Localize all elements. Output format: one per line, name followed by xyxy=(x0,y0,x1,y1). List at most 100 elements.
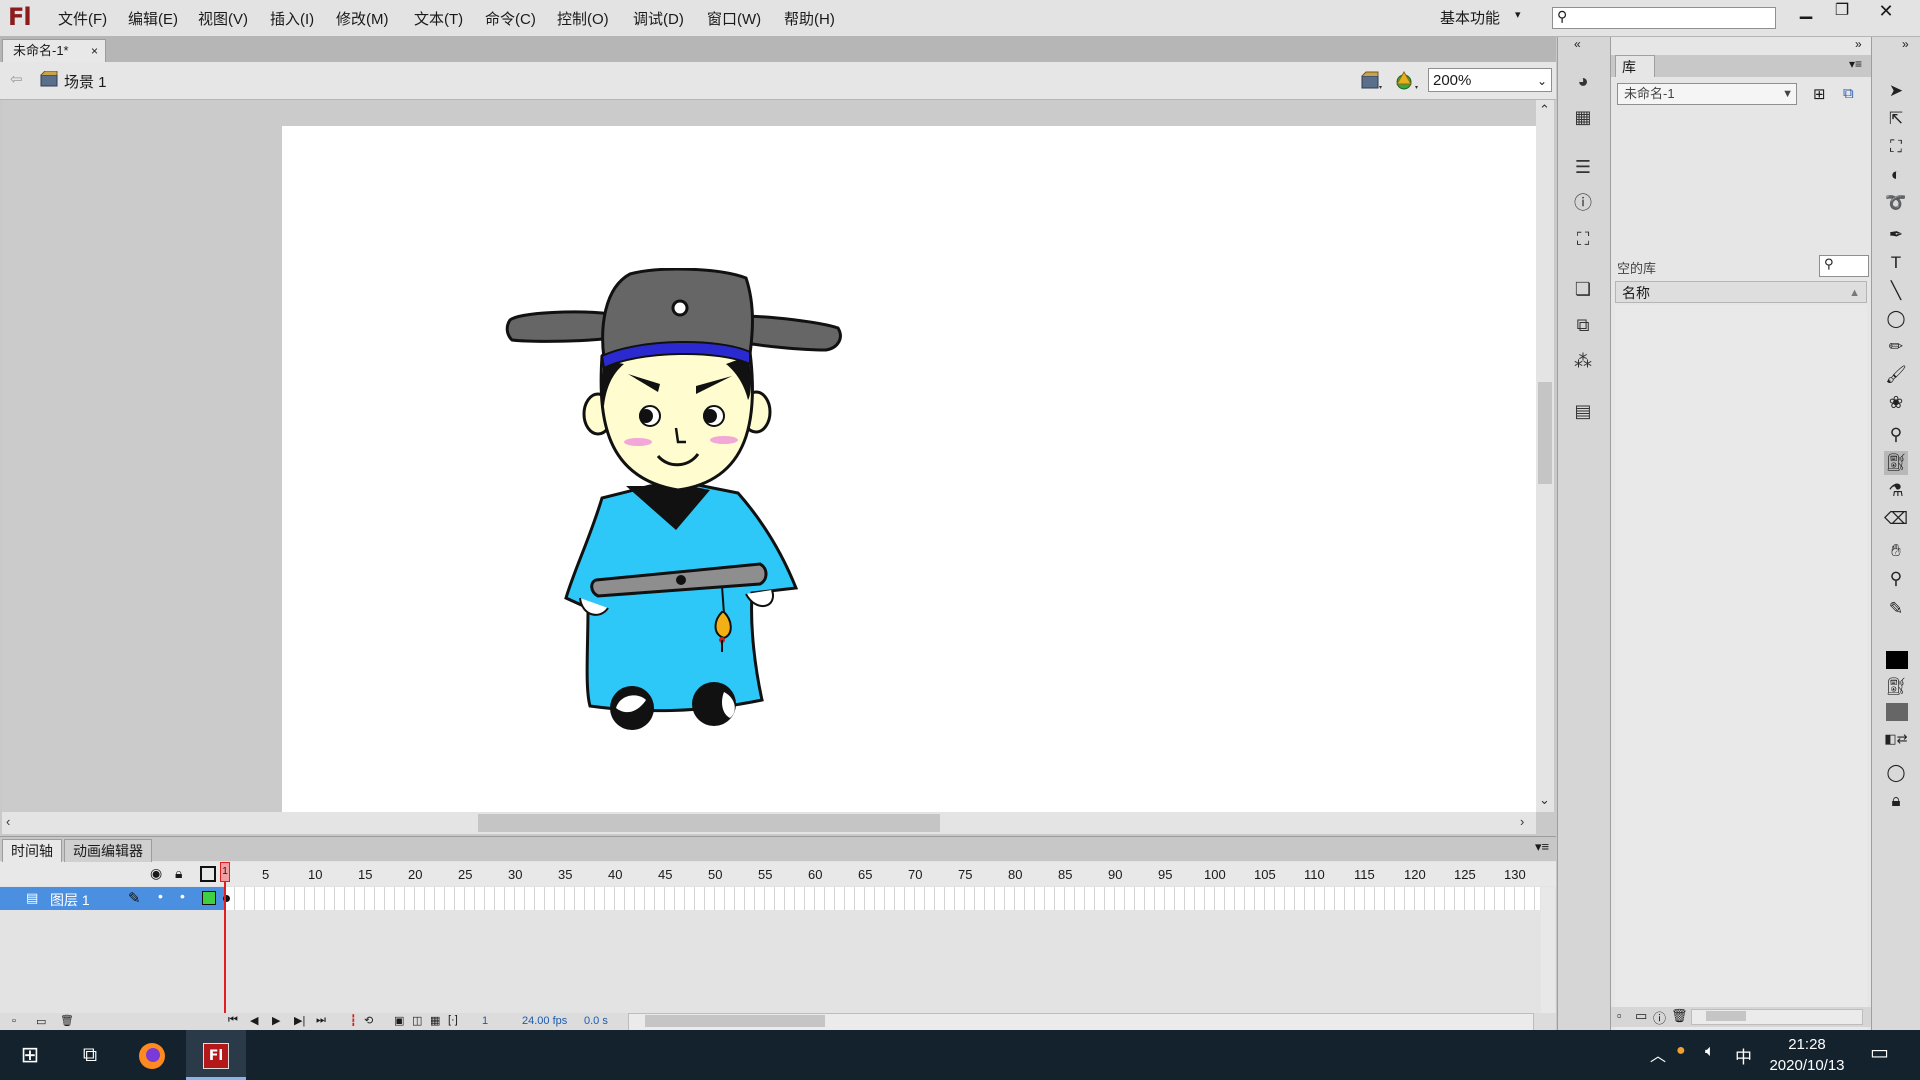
lasso-tool-icon[interactable]: ➰ xyxy=(1884,191,1908,215)
onion-outline-icon[interactable]: ◫ xyxy=(412,1014,422,1027)
paint-bucket-tool-icon[interactable]: ⛽︎ xyxy=(1884,451,1908,475)
layer-row[interactable]: ▤ 图层 1 ✎ • • xyxy=(0,887,225,910)
frame-number[interactable]: 115 xyxy=(1354,867,1375,882)
menu-window[interactable]: 窗口(W) xyxy=(707,8,761,29)
frame-number[interactable]: 55 xyxy=(758,867,772,882)
frame-number[interactable]: 15 xyxy=(358,867,372,882)
tray-app-icon[interactable]: ● xyxy=(1676,1042,1686,1060)
back-arrow-icon[interactable]: ⇦ xyxy=(10,70,23,88)
notification-icon[interactable]: ▭ xyxy=(1870,1040,1889,1065)
expand-tools-icon[interactable]: » xyxy=(1902,37,1909,51)
loop-icon[interactable]: ⟲ xyxy=(364,1014,373,1027)
scene-label[interactable]: 场景 1 xyxy=(64,71,107,92)
menu-file[interactable]: 文件(F) xyxy=(58,8,107,29)
frame-number[interactable]: 95 xyxy=(1158,867,1172,882)
bone-tool-icon[interactable]: ⚲ xyxy=(1884,423,1908,447)
library-search-input[interactable]: ⚲ xyxy=(1819,255,1869,277)
fill-color-icon[interactable]: ⛽︎ xyxy=(1884,675,1908,699)
workspace-switcher[interactable]: 基本功能 xyxy=(1440,7,1500,28)
menu-view[interactable]: 视图(V) xyxy=(198,8,248,29)
pen-tool-icon[interactable]: ✒ xyxy=(1884,223,1908,247)
horizontal-scroll-thumb[interactable] xyxy=(478,814,940,832)
prev-frame-icon[interactable]: ◀ xyxy=(250,1014,258,1027)
edit-multiple-icon[interactable]: ▦ xyxy=(430,1014,440,1027)
frame-number[interactable]: 45 xyxy=(658,867,672,882)
menu-text[interactable]: 文本(T) xyxy=(414,8,463,29)
frame-number[interactable]: 110 xyxy=(1304,867,1325,882)
properties-icon[interactable]: ⓘ xyxy=(1653,1008,1666,1027)
oval-tool-icon[interactable]: ◯ xyxy=(1884,307,1908,331)
clock-time[interactable]: 21:28 xyxy=(1752,1036,1862,1053)
frame-number[interactable]: 20 xyxy=(408,867,422,882)
frame-number[interactable]: 75 xyxy=(958,867,972,882)
object-drawing-icon[interactable]: ◯ xyxy=(1884,761,1908,785)
stage-vertical-scrollbar[interactable]: ⌃ ⌄ xyxy=(1536,100,1554,812)
ime-indicator[interactable]: 中 xyxy=(1735,1043,1752,1068)
menu-edit[interactable]: 编辑(E) xyxy=(128,8,178,29)
info-panel-icon[interactable]: ⓘ xyxy=(1571,191,1595,215)
frame-number[interactable]: 70 xyxy=(908,867,922,882)
scroll-up-icon[interactable]: ⌃ xyxy=(1539,102,1550,118)
frame-number[interactable]: 130 xyxy=(1504,867,1526,882)
fill-color-swatch[interactable] xyxy=(1886,703,1908,721)
frame-rate[interactable]: 24.00 fps xyxy=(522,1015,567,1027)
panel-menu-icon[interactable]: ▾≡ xyxy=(1535,839,1549,855)
components-icon[interactable]: ⧉ xyxy=(1571,313,1595,337)
lock-dot-icon[interactable]: • xyxy=(180,888,185,904)
playhead[interactable]: 1 xyxy=(220,862,230,882)
scroll-right-icon[interactable]: › xyxy=(1520,814,1524,829)
delete-layer-icon[interactable]: 🗑︎ xyxy=(60,1014,74,1027)
free-transform-tool-icon[interactable]: ⛶ xyxy=(1884,135,1908,159)
document-tab[interactable]: 未命名-1* × xyxy=(2,39,106,62)
tab-library[interactable]: 库 xyxy=(1615,55,1655,77)
vertical-scroll-thumb[interactable] xyxy=(1538,382,1552,484)
frame-ruler[interactable]: 1510152025303540455055606570758085909510… xyxy=(0,867,1556,883)
library-scroll-thumb[interactable] xyxy=(1706,1011,1746,1021)
frame-number[interactable]: 80 xyxy=(1008,867,1022,882)
frame-number[interactable]: 125 xyxy=(1454,867,1476,882)
library-name-column[interactable]: 名称 ▲ xyxy=(1615,281,1867,303)
eraser-tool-icon[interactable]: ⌫ xyxy=(1884,507,1908,531)
transform-panel-icon[interactable]: ⛶ xyxy=(1571,227,1595,251)
frame-number[interactable]: 35 xyxy=(558,867,572,882)
collapse-dock-icon[interactable]: « xyxy=(1574,37,1581,51)
menu-insert[interactable]: 插入(I) xyxy=(270,8,314,29)
tab-timeline[interactable]: 时间轴 xyxy=(2,839,62,862)
frame-number[interactable]: 105 xyxy=(1254,867,1276,882)
pencil-tool-icon[interactable]: ✏ xyxy=(1884,335,1908,359)
zoom-tool-icon[interactable]: ⚲ xyxy=(1884,567,1908,591)
project-panel-icon[interactable]: ▤ xyxy=(1571,399,1595,423)
frame-number[interactable]: 5 xyxy=(262,867,269,882)
tab-motion-editor[interactable]: 动画编辑器 xyxy=(64,839,152,862)
library-item-list[interactable] xyxy=(1615,305,1867,1045)
frame-number[interactable]: 60 xyxy=(808,867,822,882)
frame-number[interactable]: 25 xyxy=(458,867,472,882)
motion-presets-icon[interactable]: ⁂ xyxy=(1571,349,1595,373)
stage[interactable] xyxy=(282,126,1536,812)
brush-tool-icon[interactable]: 🖌︎ xyxy=(1884,363,1908,387)
scroll-down-icon[interactable]: ⌄ xyxy=(1539,792,1550,808)
task-view-icon[interactable]: ⧉ xyxy=(62,1030,118,1080)
firefox-icon[interactable] xyxy=(124,1030,180,1080)
help-search-input[interactable]: ⚲ xyxy=(1552,7,1776,29)
frame-number[interactable]: 50 xyxy=(708,867,722,882)
sort-up-icon[interactable]: ▲ xyxy=(1849,282,1860,304)
new-library-panel-icon[interactable]: ⧉ xyxy=(1843,85,1854,102)
menu-help[interactable]: 帮助(H) xyxy=(784,8,835,29)
frame-number[interactable]: 30 xyxy=(508,867,522,882)
clock-date[interactable]: 2020/10/13 xyxy=(1752,1057,1862,1074)
chevron-down-icon[interactable]: ⌄ xyxy=(1537,69,1547,93)
stage-horizontal-scrollbar[interactable]: ‹ › xyxy=(2,812,1536,834)
frame-number[interactable]: 100 xyxy=(1204,867,1226,882)
onion-markers-icon[interactable]: [·] xyxy=(448,1014,458,1026)
minimize-button[interactable]: ▁ xyxy=(1786,0,1826,24)
new-folder-icon[interactable]: ▭ xyxy=(36,1015,46,1028)
visible-dot-icon[interactable]: • xyxy=(158,888,163,904)
frame-number[interactable]: 65 xyxy=(858,867,872,882)
layer-name[interactable]: 图层 1 xyxy=(50,890,90,910)
hand-tool-icon[interactable]: ✋︎ xyxy=(1884,539,1908,563)
pin-library-icon[interactable]: ⊞ xyxy=(1813,85,1826,103)
menu-control[interactable]: 控制(O) xyxy=(557,8,609,29)
frame-number[interactable]: 85 xyxy=(1058,867,1072,882)
first-frame-icon[interactable]: ⏮ xyxy=(228,1014,238,1027)
